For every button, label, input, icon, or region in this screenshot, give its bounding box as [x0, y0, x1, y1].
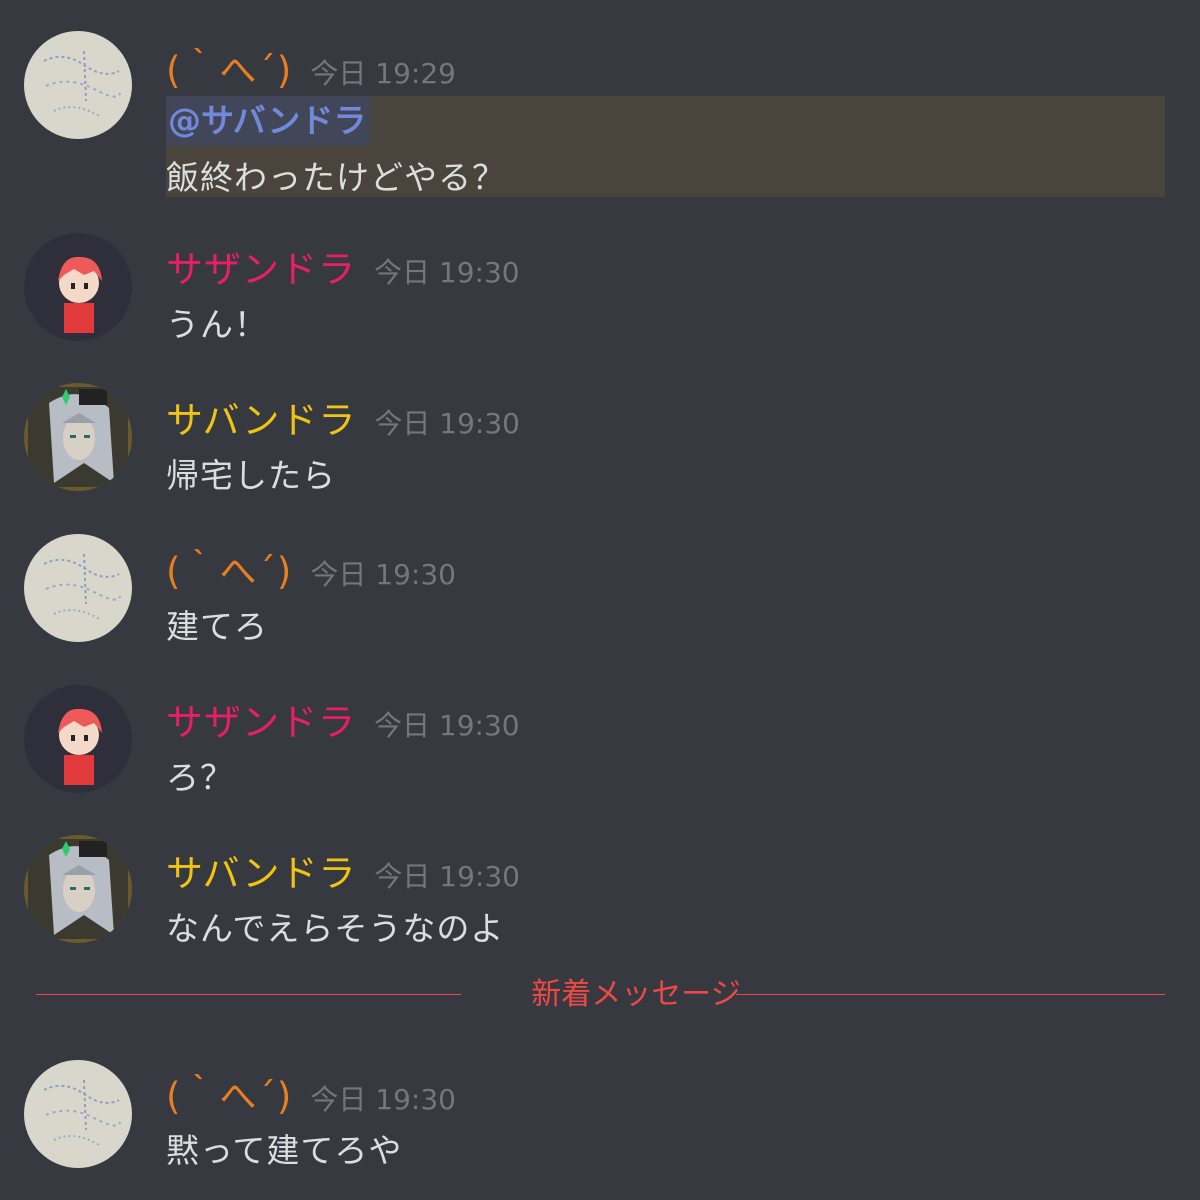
timestamp: 今日 19:30 [374, 709, 520, 742]
message-header: (｀へ´) 今日 19:30 [166, 1066, 456, 1120]
divider-line-right [736, 994, 1165, 995]
mention-highlight: @サバンドラ 飯終わったけどやる？ [166, 96, 1165, 197]
message-text: なんでえらそうなのよ [166, 909, 505, 948]
message-header: サバンドラ 今日 19:30 [166, 843, 520, 897]
silver-hair-character-avatar-icon[interactable] [24, 835, 132, 943]
silver-hair-character-avatar-icon[interactable] [24, 383, 132, 491]
sketch-avatar-icon[interactable] [24, 31, 132, 139]
username[interactable]: サザンドラ [166, 248, 356, 291]
message-header: サバンドラ 今日 19:30 [166, 390, 520, 444]
message-text: ろ？ [166, 758, 234, 797]
timestamp: 今日 19:30 [310, 558, 456, 591]
timestamp: 今日 19:30 [310, 1083, 456, 1116]
user-mention[interactable]: @サバンドラ [166, 96, 371, 146]
message-header: (｀へ´) 今日 19:30 [166, 541, 456, 595]
username[interactable]: サバンドラ [166, 399, 356, 442]
message-header: サザンドラ 今日 19:30 [166, 239, 520, 293]
red-hair-character-avatar-icon[interactable] [24, 685, 132, 793]
message-header: (｀へ´) 今日 19:29 [166, 40, 456, 94]
username[interactable]: サザンドラ [166, 701, 356, 744]
timestamp: 今日 19:29 [310, 57, 456, 90]
username[interactable]: (｀へ´) [166, 49, 292, 92]
timestamp: 今日 19:30 [374, 407, 520, 440]
sketch-avatar-icon[interactable] [24, 1060, 132, 1168]
new-messages-label: 新着メッセージ [531, 977, 741, 1012]
sketch-avatar-icon[interactable] [24, 534, 132, 642]
message-text: 帰宅したら [166, 456, 336, 495]
message-header: サザンドラ 今日 19:30 [166, 692, 520, 746]
timestamp: 今日 19:30 [374, 256, 520, 289]
timestamp: 今日 19:30 [374, 860, 520, 893]
username[interactable]: (｀へ´) [166, 1075, 292, 1118]
message-text: うん！ [166, 305, 268, 344]
username[interactable]: (｀へ´) [166, 550, 292, 593]
divider-line-left [36, 994, 461, 995]
username[interactable]: サバンドラ [166, 852, 356, 895]
message-text: 飯終わったけどやる？ [166, 158, 506, 197]
message-text: 黙って建てろや [166, 1131, 403, 1170]
message-text: 建てろ [166, 607, 268, 646]
red-hair-character-avatar-icon[interactable] [24, 233, 132, 341]
new-messages-divider: 新着メッセージ [36, 975, 1165, 1015]
